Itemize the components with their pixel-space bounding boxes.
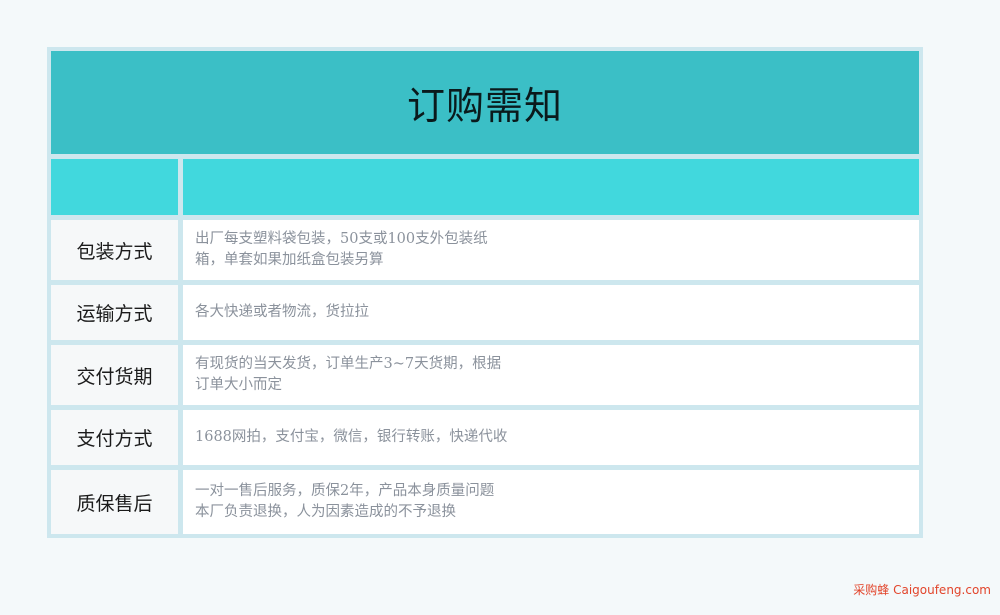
header-cell-label — [51, 159, 178, 215]
row-value-line: 各大快递或者物流，货拉拉 — [195, 304, 369, 320]
row-value-line: 订单大小而定 — [195, 377, 282, 393]
row-label: 包装方式 — [51, 220, 178, 280]
row-value-line: 有现货的当天发货，订单生产3~7天货期，根据 — [195, 356, 502, 372]
row-value: 1688网拍，支付宝，微信，银行转账，快递代收 — [183, 410, 919, 465]
header-cell-value — [183, 159, 919, 215]
row-value: 有现货的当天发货，订单生产3~7天货期，根据 订单大小而定 — [183, 345, 919, 405]
title-bar: 订购需知 — [51, 51, 919, 154]
table-row-packaging: 包装方式 出厂每支塑料袋包装，50支或100支外包装纸 箱，单套如果加纸盒包装另… — [47, 220, 923, 280]
table-row-delivery: 交付货期 有现货的当天发货，订单生产3~7天货期，根据 订单大小而定 — [47, 345, 923, 405]
table-row-warranty: 质保售后 一对一售后服务，质保2年，产品本身质量问题 本厂负责退换，人为因素造成… — [47, 470, 923, 534]
row-value: 一对一售后服务，质保2年，产品本身质量问题 本厂负责退换，人为因素造成的不予退换 — [183, 470, 919, 534]
row-value-line: 箱，单套如果加纸盒包装另算 — [195, 252, 384, 268]
table-row-payment: 支付方式 1688网拍，支付宝，微信，银行转账，快递代收 — [47, 410, 923, 465]
row-value-line: 一对一售后服务，质保2年，产品本身质量问题 — [195, 483, 495, 499]
page-title: 订购需知 — [406, 84, 563, 128]
row-value-line: 1688网拍，支付宝，微信，银行转账，快递代收 — [195, 429, 508, 445]
row-label: 质保售后 — [51, 470, 178, 534]
row-label: 交付货期 — [51, 345, 178, 405]
row-value: 出厂每支塑料袋包装，50支或100支外包装纸 箱，单套如果加纸盒包装另算 — [183, 220, 919, 280]
order-info-table: 订购需知 包装方式 出厂每支塑料袋包装，50支或100支外包装纸 箱，单套如果加… — [47, 47, 923, 538]
row-label: 运输方式 — [51, 285, 178, 340]
row-label: 支付方式 — [51, 410, 178, 465]
row-value: 各大快递或者物流，货拉拉 — [183, 285, 919, 340]
table-row-shipping: 运输方式 各大快递或者物流，货拉拉 — [47, 285, 923, 340]
watermark: 采购蜂 Caigoufeng.com — [853, 583, 991, 597]
row-value-line: 本厂负责退换，人为因素造成的不予退换 — [195, 504, 456, 520]
row-value-line: 出厂每支塑料袋包装，50支或100支外包装纸 — [195, 231, 488, 247]
